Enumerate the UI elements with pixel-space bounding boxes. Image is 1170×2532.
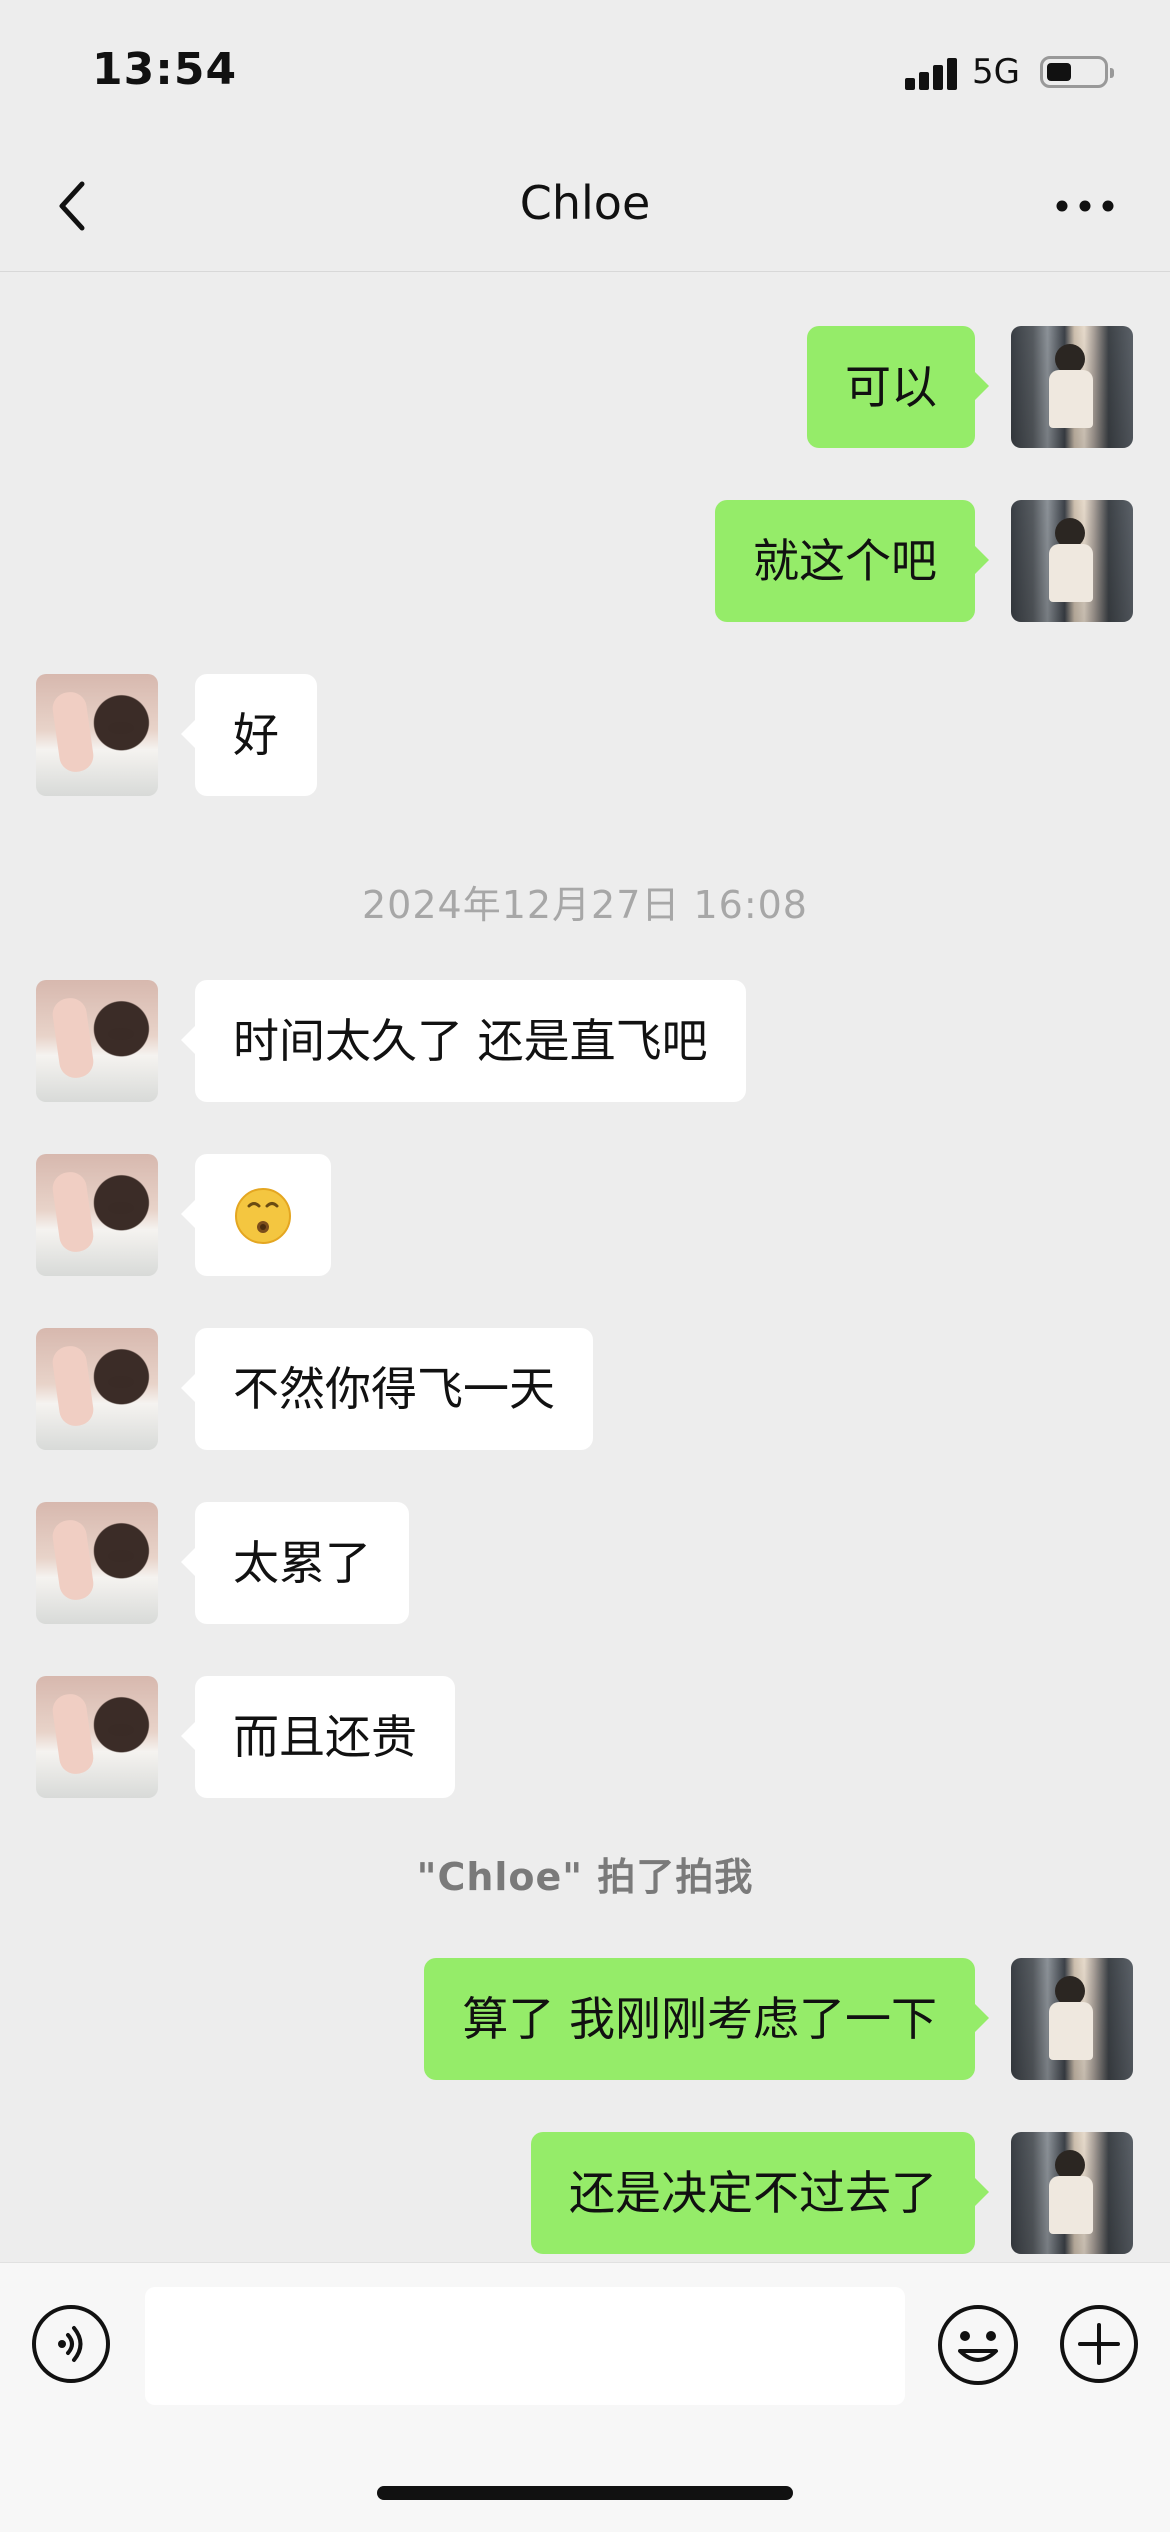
contact-avatar[interactable] (36, 1676, 158, 1798)
battery-icon (1040, 56, 1114, 88)
contact-avatar[interactable] (36, 1502, 158, 1624)
message-bubble-received[interactable]: 不然你得飞一天 (181, 1328, 593, 1450)
more-functions-button[interactable] (1058, 2303, 1140, 2385)
kissing-face-emoji (235, 1188, 291, 1244)
message-bubble-received[interactable]: 太累了 (181, 1502, 409, 1624)
message-bubble-sent[interactable]: 可以 (807, 326, 989, 448)
timestamp: 2024年12月27日 16:08 (361, 883, 808, 927)
signal-icon (905, 56, 959, 90)
more-button[interactable] (1050, 178, 1120, 234)
message-bubble-sent[interactable]: 就这个吧 (715, 500, 989, 622)
pat-notice: "Chloe" 拍了拍我 (416, 1855, 754, 1899)
chat-title: Chloe (519, 176, 651, 230)
message-bubble-received[interactable]: 好 (181, 674, 317, 796)
contact-avatar[interactable] (36, 1154, 158, 1276)
message-input[interactable] (145, 2287, 905, 2405)
voice-button[interactable] (30, 2303, 112, 2385)
contact-avatar[interactable] (36, 980, 158, 1102)
message-bubble-received[interactable]: 而且还贵 (181, 1676, 455, 1798)
message-bubble-received[interactable] (181, 1154, 331, 1276)
message-bubble-received[interactable]: 时间太久了 还是直飞吧 (181, 980, 746, 1102)
network-type: 5G (972, 52, 1020, 92)
emoji-button[interactable] (936, 2303, 1020, 2387)
home-indicator (377, 2486, 793, 2500)
status-bar: 13:54 5G (0, 0, 1170, 150)
plus-icon (1060, 2305, 1138, 2383)
message-bubble-sent[interactable]: 还是决定不过去了 (531, 2132, 989, 2254)
message-bubble-sent[interactable]: 算了 我刚刚考虑了一下 (424, 1958, 989, 2080)
nav-bar: Chloe (0, 150, 1170, 272)
contact-avatar[interactable] (36, 674, 158, 796)
voice-icon (32, 2305, 110, 2383)
ellipsis-icon (1056, 200, 1114, 212)
my-avatar[interactable] (1011, 326, 1133, 448)
my-avatar[interactable] (1011, 1958, 1133, 2080)
emoji-icon (938, 2305, 1018, 2385)
contact-avatar[interactable] (36, 1328, 158, 1450)
my-avatar[interactable] (1011, 500, 1133, 622)
my-avatar[interactable] (1011, 2132, 1133, 2254)
status-time: 13:54 (92, 44, 238, 95)
battery-fill (1047, 63, 1072, 81)
